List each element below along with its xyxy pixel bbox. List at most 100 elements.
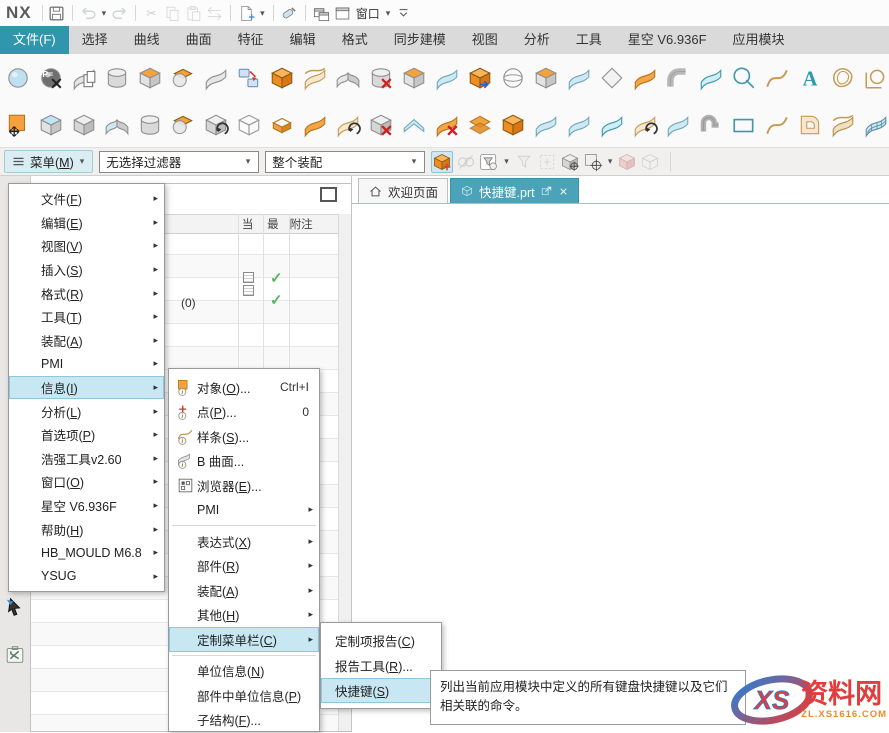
bridge-surface-icon[interactable] (698, 112, 724, 138)
block-gray-icon[interactable] (71, 112, 97, 138)
menu-button[interactable]: 菜单(M) ▾ (4, 150, 93, 173)
fillet-surface-icon[interactable] (401, 112, 427, 138)
menu-item-v260[interactable]: 浩强工具v2.60▸ (9, 447, 164, 471)
boundary-icon[interactable] (797, 112, 823, 138)
menu-item-t[interactable]: 工具(T)▸ (9, 305, 164, 329)
new-item-icon[interactable] (237, 4, 256, 23)
dome-icon[interactable] (500, 112, 526, 138)
boss-icon[interactable] (137, 112, 163, 138)
menu-item-b[interactable]: iB 曲面... (169, 449, 319, 474)
cylinder-icon[interactable] (104, 65, 130, 91)
rect-select-icon[interactable] (583, 152, 603, 172)
selection-filter-combo[interactable]: 无选择过滤器 ▾ (99, 151, 259, 173)
menu-item-i[interactable]: 信息(I)▸ (9, 376, 164, 400)
menu-item-f[interactable]: 文件(F)▸ (9, 187, 164, 211)
menu-item-c[interactable]: 定制项报告(C) (321, 628, 441, 653)
ribbon-tab-[interactable]: 编辑 (277, 26, 329, 54)
text-icon[interactable]: A (797, 65, 823, 91)
ribbon-tab-[interactable]: 曲面 (173, 26, 225, 54)
curve-icon[interactable] (764, 112, 790, 138)
chamfer-icon[interactable] (533, 65, 559, 91)
untrim-icon[interactable] (335, 112, 361, 138)
grid-surface-icon[interactable] (863, 112, 889, 138)
studio-spline-icon[interactable] (764, 65, 790, 91)
ribbon-tab-[interactable]: 格式 (329, 26, 381, 54)
customize-quick-access-icon[interactable] (394, 4, 413, 23)
extrude-icon[interactable] (269, 65, 295, 91)
toolbox-icon[interactable] (4, 644, 26, 666)
menu-item-x[interactable]: 表达式(X)▸ (169, 529, 319, 554)
cascade-windows-icon[interactable] (312, 4, 331, 23)
copy-feature-icon[interactable] (71, 65, 97, 91)
menu-item-c[interactable]: 定制菜单栏(C)▸ (169, 627, 319, 652)
window-menu[interactable]: 窗口 (356, 5, 380, 22)
mirror-body-icon[interactable] (104, 112, 130, 138)
ribbon-tab-[interactable]: 特征 (225, 26, 277, 54)
menu-item-l[interactable]: 分析(L)▸ (9, 399, 164, 423)
chevron-down-icon[interactable]: ▾ (260, 8, 265, 19)
save-icon[interactable] (47, 4, 66, 23)
menu-item-p[interactable]: 部件中单位信息(P) (169, 683, 319, 708)
delete-sheet-icon[interactable] (434, 112, 460, 138)
sketch-icon[interactable] (863, 65, 889, 91)
intersect-icon[interactable] (170, 112, 196, 138)
menu-item-v6936f[interactable]: 星空 V6.936F▸ (9, 494, 164, 518)
edit-feature-icon[interactable] (38, 112, 64, 138)
unite-icon[interactable] (170, 65, 196, 91)
circle-icon[interactable] (731, 65, 757, 91)
menu-item-s[interactable]: 快捷键(S) (321, 678, 441, 703)
replace-face-icon[interactable] (467, 65, 493, 91)
menu-item-f[interactable]: 子结构(F)... (169, 708, 319, 733)
menu-item-r[interactable]: 部件(R)▸ (169, 554, 319, 579)
ribbon-tab-[interactable]: 曲线 (121, 26, 173, 54)
delete-body-icon[interactable] (368, 112, 394, 138)
menu-item-n[interactable]: 单位信息(N) (169, 659, 319, 684)
ribbon-tab-[interactable]: 工具 (563, 26, 615, 54)
ribbon-tab-[interactable]: 视图 (459, 26, 511, 54)
extension-surface-icon[interactable] (632, 112, 658, 138)
move-object-icon[interactable] (5, 112, 31, 138)
ribbon-tab-v6936f[interactable]: 星空 V6.936F (615, 26, 720, 54)
expression-suppress-icon[interactable]: P= (38, 65, 64, 91)
menu-item-s[interactable]: 插入(S)▸ (9, 258, 164, 282)
bounded-plane-icon[interactable] (269, 112, 295, 138)
ribbon-tab-[interactable]: 应用模块 (720, 26, 798, 54)
sheet-icon[interactable] (203, 65, 229, 91)
mirror-feature-icon[interactable] (335, 65, 361, 91)
trim-body-icon[interactable] (302, 65, 328, 91)
rectangle-icon[interactable] (731, 112, 757, 138)
menu-item-p[interactable]: i点(P)...0 (169, 400, 319, 425)
ruled-surface-icon[interactable] (599, 65, 625, 91)
menu-item-a[interactable]: 装配(A)▸ (9, 329, 164, 353)
ribbon-tab-[interactable]: 选择 (69, 26, 121, 54)
ribbon-tab-[interactable]: 同步建模 (381, 26, 459, 54)
delete-face-icon[interactable] (368, 65, 394, 91)
ellipse-icon[interactable] (830, 65, 856, 91)
menu-item-r[interactable]: 报告工具(R)... (321, 653, 441, 678)
menu-item-s[interactable]: i样条(S)... (169, 424, 319, 449)
block-icon[interactable] (137, 65, 163, 91)
menu-item-e[interactable]: 浏览器(E)... (169, 473, 319, 498)
swept-icon[interactable] (632, 65, 658, 91)
thicken-icon[interactable] (434, 65, 460, 91)
menu-item-p[interactable]: 首选项(P)▸ (9, 423, 164, 447)
close-icon[interactable] (558, 186, 569, 197)
restore-window-icon[interactable] (320, 187, 337, 202)
sphere-icon[interactable] (500, 65, 526, 91)
through-curves-icon[interactable] (566, 65, 592, 91)
offset-surface-icon[interactable] (467, 112, 493, 138)
touch-mode-icon[interactable] (280, 4, 299, 23)
menu-item-e[interactable]: 编辑(E)▸ (9, 211, 164, 235)
offset-face-icon[interactable] (401, 65, 427, 91)
menu-item-pmi[interactable]: PMI▸ (9, 352, 164, 376)
ribbon-tab-f[interactable]: 文件(F) (0, 26, 69, 54)
chevron-down-icon[interactable]: ▾ (504, 156, 509, 167)
general-select-icon[interactable] (560, 152, 580, 172)
menu-item-v[interactable]: 视图(V)▸ (9, 234, 164, 258)
selection-scope-combo[interactable]: 整个装配 ▾ (265, 151, 425, 173)
fit-view-icon[interactable] (5, 65, 31, 91)
snap-point-icon[interactable] (431, 151, 453, 173)
menu-item-o[interactable]: 窗口(O)▸ (9, 470, 164, 494)
menu-item-h[interactable]: 帮助(H)▸ (9, 517, 164, 541)
menu-item-hb_mouldm68[interactable]: HB_MOULD M6.8▸ (9, 541, 164, 565)
